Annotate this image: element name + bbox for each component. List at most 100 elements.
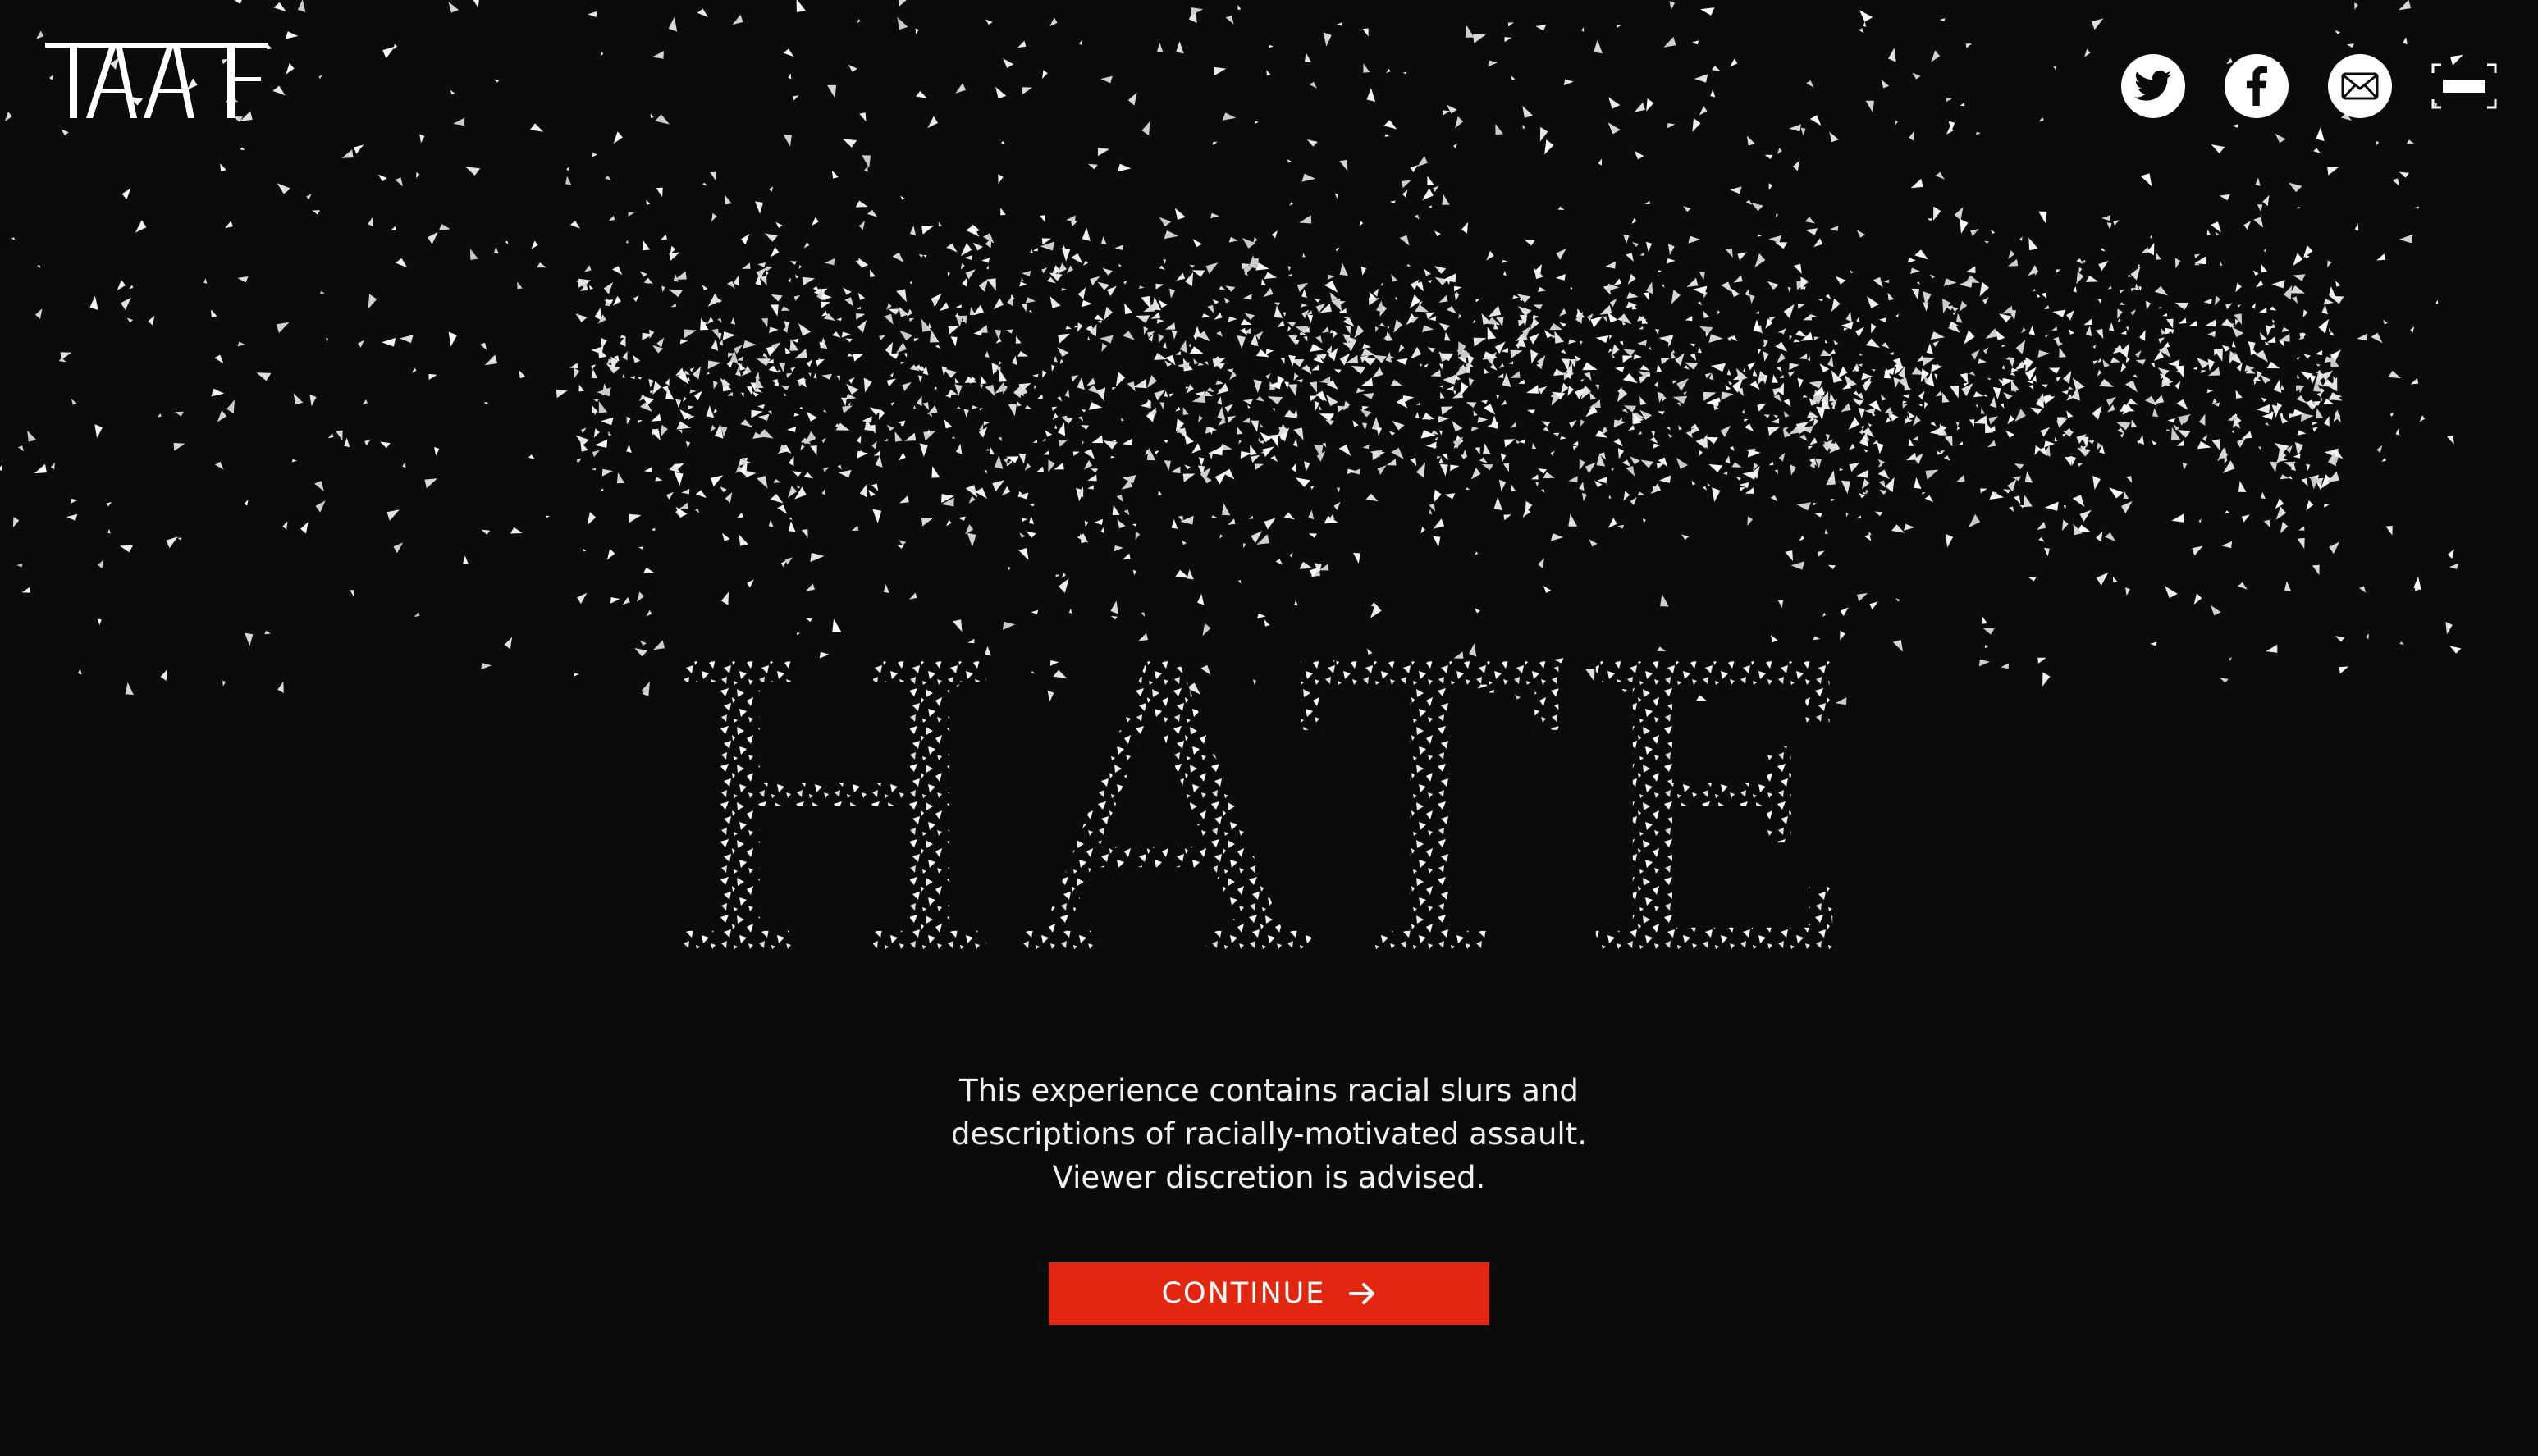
- twitter-share-button[interactable]: [2121, 54, 2185, 118]
- particle: [2262, 194, 2270, 207]
- particle: [1595, 335, 1609, 344]
- facebook-share-button[interactable]: [2225, 54, 2289, 118]
- particle: [1066, 265, 1073, 273]
- particle: [1406, 263, 1411, 267]
- particle: [1117, 519, 1126, 529]
- particle: [1446, 386, 1454, 391]
- particle: [2255, 280, 2264, 288]
- particle: [1163, 440, 1168, 444]
- particle: [1871, 323, 1877, 334]
- particle: [2192, 545, 2203, 556]
- particle: [2123, 491, 2129, 499]
- particle: [1083, 459, 1093, 470]
- particle: [1332, 330, 1338, 340]
- particle: [1767, 281, 1779, 290]
- particle: [688, 415, 695, 421]
- particle: [1607, 122, 1621, 135]
- particle: [2028, 577, 2037, 582]
- particle: [583, 265, 592, 272]
- particle: [1164, 322, 1176, 330]
- particle: [1308, 509, 1315, 520]
- particle: [2395, 428, 2400, 436]
- particle: [739, 534, 748, 546]
- particle: [1873, 276, 1883, 288]
- particle: [1079, 39, 1082, 46]
- particle: [587, 512, 597, 526]
- particle: [2182, 462, 2188, 471]
- particle: [1700, 7, 1715, 16]
- particle: [1304, 461, 1310, 472]
- particle: [1488, 305, 1502, 317]
- particle: [651, 527, 656, 531]
- particle: [203, 278, 208, 284]
- particle: [1603, 316, 1607, 322]
- particle: [1550, 450, 1555, 456]
- particle: [1392, 420, 1405, 431]
- particle: [1394, 297, 1397, 301]
- particle: [1376, 300, 1383, 313]
- particle: [1637, 491, 1645, 496]
- particle: [1504, 439, 1516, 448]
- particle: [1133, 378, 1147, 389]
- particle: [812, 217, 819, 226]
- particle: [983, 421, 990, 426]
- particle: [2290, 285, 2306, 294]
- particle: [1307, 314, 1314, 324]
- particle: [1123, 509, 1130, 516]
- particle: [1694, 74, 1708, 83]
- particle: [2297, 430, 2307, 436]
- particle: [2266, 361, 2280, 369]
- particle: [1770, 634, 1778, 643]
- particle: [1314, 400, 1320, 411]
- particle: [1401, 180, 1411, 189]
- particle: [1799, 535, 1804, 541]
- particle: [1137, 632, 1149, 641]
- particle: [1441, 406, 1454, 415]
- particle: [899, 330, 913, 341]
- particle: [18, 445, 25, 452]
- particle: [1626, 291, 1639, 299]
- particle: [1051, 406, 1058, 412]
- particle: [174, 411, 184, 417]
- particle: [2045, 334, 2049, 338]
- particle: [215, 461, 224, 470]
- hero-title: HATE: [661, 648, 1876, 976]
- particle: [1656, 463, 1665, 469]
- particle: [2171, 513, 2184, 523]
- taaf-logo[interactable]: [45, 41, 271, 123]
- email-share-button[interactable]: [2328, 54, 2392, 118]
- particle: [2449, 564, 2458, 569]
- fullscreen-button[interactable]: [2431, 62, 2497, 111]
- particle: [1219, 534, 1223, 539]
- particle: [2100, 248, 2106, 252]
- particle: [601, 52, 604, 57]
- particle: [1048, 459, 1055, 472]
- particle: [793, 294, 801, 301]
- particle: [643, 240, 651, 251]
- particle: [1858, 407, 1865, 419]
- particle: [1422, 413, 1435, 420]
- particle: [1029, 503, 1035, 507]
- particle: [1415, 214, 1420, 220]
- particle: [1944, 436, 1953, 447]
- particle: [788, 486, 798, 498]
- particle: [1982, 616, 1987, 624]
- particle: [318, 75, 322, 80]
- particle: [1163, 258, 1167, 264]
- particle: [1158, 299, 1168, 308]
- particle: [1725, 384, 1731, 390]
- particle: [1264, 272, 1278, 280]
- particle: [1299, 215, 1312, 224]
- continue-button[interactable]: CONTINUE: [1049, 1262, 1489, 1325]
- particle: [757, 413, 770, 422]
- particle: [2406, 139, 2416, 144]
- particle: [1184, 433, 1194, 445]
- particle: [1164, 460, 1171, 471]
- particle: [1018, 453, 1027, 464]
- particle: [1071, 375, 1079, 382]
- particle: [1380, 282, 1383, 286]
- particle: [2234, 313, 2243, 325]
- particle: [985, 384, 995, 397]
- particle: [1790, 561, 1804, 570]
- particle: [300, 522, 309, 534]
